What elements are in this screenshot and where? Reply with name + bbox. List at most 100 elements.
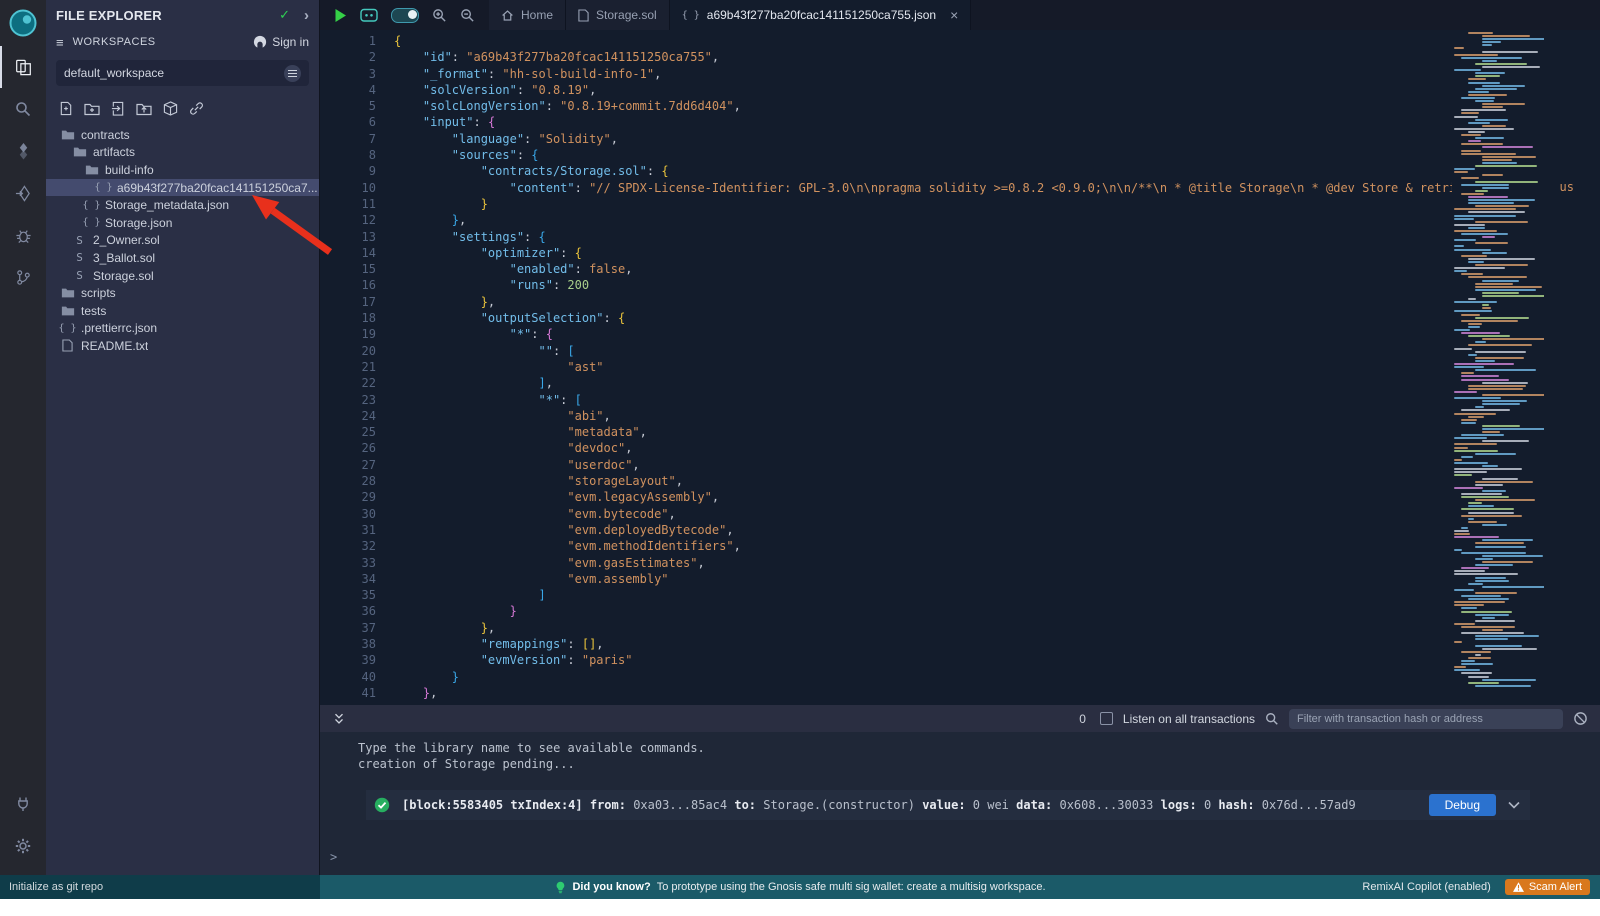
new-file-button[interactable] <box>59 101 73 116</box>
tab-label: Home <box>521 8 553 22</box>
tree-item-artifacts[interactable]: artifacts <box>46 144 319 162</box>
zoom-in-button[interactable] <box>432 8 447 23</box>
close-icon[interactable]: × <box>950 8 958 22</box>
line-number: 1 <box>320 33 376 49</box>
copilot-status[interactable]: RemixAI Copilot (enabled) <box>1362 881 1490 893</box>
scam-alert-label: Scam Alert <box>1529 881 1582 893</box>
minimap[interactable] <box>1452 32 1544 701</box>
code-line: 19 "*": { <box>320 326 1452 342</box>
transaction-filter-input[interactable] <box>1289 709 1563 729</box>
clipped-text-fragment: us <box>1560 180 1574 194</box>
panel-title: FILE EXPLORER <box>56 8 279 23</box>
line-number: 29 <box>320 489 376 505</box>
git-init-item[interactable]: Initialize as git repo <box>0 875 320 899</box>
ipfs-box-button[interactable] <box>163 101 178 116</box>
editor[interactable]: 1{2 "id": "a69b43f277ba20fcac141151250ca… <box>320 30 1600 705</box>
tab-a69b43f277ba20fcac141151250ca755-json[interactable]: { }a69b43f277ba20fcac141151250ca755.json… <box>670 0 972 30</box>
folder-open-icon <box>60 129 75 141</box>
line-number: 6 <box>320 114 376 130</box>
sidebar-item-settings[interactable] <box>0 825 46 867</box>
code-line: 23 "*": [ <box>320 392 1452 408</box>
code-line: 37 }, <box>320 620 1452 636</box>
link-button[interactable] <box>189 101 204 116</box>
code-line: 17 }, <box>320 294 1452 310</box>
tree-item-storage-metadata-json[interactable]: { }Storage_metadata.json <box>46 196 319 214</box>
clear-console-icon[interactable] <box>1573 711 1588 726</box>
line-number: 19 <box>320 326 376 342</box>
tree-item-3-ballot-sol[interactable]: S3_Ballot.sol <box>46 249 319 267</box>
tree-item-build-info[interactable]: build-info <box>46 161 319 179</box>
hamburger-icon[interactable]: ≡ <box>56 35 64 50</box>
chevron-right-icon[interactable]: › <box>304 7 309 24</box>
tip-bold: Did you know? <box>572 881 650 893</box>
tree-item-storage-json[interactable]: { }Storage.json <box>46 214 319 232</box>
tab-storage-sol[interactable]: Storage.sol <box>566 0 670 30</box>
tree-item-2-owner-sol[interactable]: S2_Owner.sol <box>46 232 319 250</box>
tree-item-scripts[interactable]: scripts <box>46 284 319 302</box>
file-toolbar <box>46 92 319 124</box>
listen-label: Listen on all transactions <box>1123 712 1255 726</box>
code-line: 33 "evm.gasEstimates", <box>320 555 1452 571</box>
tab-home[interactable]: Home <box>489 0 566 30</box>
sidebar-item-git[interactable] <box>0 256 46 298</box>
line-number: 17 <box>320 294 376 310</box>
check-icon[interactable]: ✓ <box>279 7 290 23</box>
listen-checkbox[interactable] <box>1100 712 1113 725</box>
code-line: 30 "evm.bytecode", <box>320 506 1452 522</box>
ai-assistant-button[interactable] <box>360 7 378 23</box>
sidebar-item-debugger[interactable] <box>0 214 46 256</box>
tree-item-contracts[interactable]: contracts <box>46 126 319 144</box>
json-icon: { } <box>84 200 99 211</box>
sign-in-button[interactable]: Sign in <box>253 35 309 49</box>
tree-item-label: Storage.sol <box>93 269 154 283</box>
zoom-out-button[interactable] <box>460 8 475 23</box>
workspace-options-button[interactable] <box>284 65 301 82</box>
github-icon <box>253 35 267 49</box>
preview-toggle[interactable] <box>391 8 419 23</box>
folder-icon <box>60 305 75 317</box>
code-area[interactable]: 1{2 "id": "a69b43f277ba20fcac141151250ca… <box>320 33 1452 701</box>
tree-item-storage-sol[interactable]: SStorage.sol <box>46 267 319 285</box>
json-icon: { } <box>84 217 99 228</box>
terminal-expand-button[interactable] <box>332 712 346 726</box>
line-number: 36 <box>320 603 376 619</box>
terminal-prompt[interactable]: > <box>330 850 1600 864</box>
sidebar-item-search[interactable] <box>0 88 46 130</box>
link-icon <box>189 101 204 116</box>
sidebar-item-file-explorer[interactable] <box>0 46 46 88</box>
code-line: 35 ] <box>320 587 1452 603</box>
line-number: 23 <box>320 392 376 408</box>
remix-logo[interactable] <box>0 0 46 46</box>
scam-alert-badge[interactable]: Scam Alert <box>1505 879 1590 895</box>
upload-folder-icon <box>136 102 152 116</box>
workspaces-row: ≡ WORKSPACES Sign in <box>46 30 319 54</box>
expand-log-button[interactable] <box>1508 801 1520 809</box>
debug-button[interactable]: Debug <box>1429 794 1496 816</box>
tree-item-readme-txt[interactable]: README.txt <box>46 337 319 355</box>
workspace-dropdown[interactable]: default_workspace <box>56 60 309 86</box>
tree-item-a69b43f277ba20fcac141151250ca7[interactable]: { }a69b43f277ba20fcac141151250ca7... <box>46 179 319 197</box>
remix-ide-window: FILE EXPLORER ✓ › ≡ WORKSPACES Sign in d… <box>0 0 1600 899</box>
code-line: 32 "evm.methodIdentifiers", <box>320 538 1452 554</box>
tree-item-tests[interactable]: tests <box>46 302 319 320</box>
terminal: 0 Listen on all transactions Type the li… <box>320 705 1600 875</box>
terminal-body[interactable]: Type the library name to see available c… <box>320 732 1600 875</box>
line-number: 2 <box>320 49 376 65</box>
code-line: 14 "optimizer": { <box>320 245 1452 261</box>
code-line: 20 "": [ <box>320 343 1452 359</box>
upload-folder-button[interactable] <box>136 101 152 116</box>
zoom-in-icon <box>432 8 447 23</box>
transaction-row[interactable]: [block:5583405 txIndex:4] from: 0xa03...… <box>366 790 1530 820</box>
sol-icon <box>578 9 589 22</box>
tree-item-prettierrc-json[interactable]: { }.prettierrc.json <box>46 320 319 338</box>
sidebar-item-solidity-compiler[interactable] <box>0 130 46 172</box>
sidebar-item-plugin-manager[interactable] <box>0 783 46 825</box>
code-line: 3 "_format": "hh-sol-build-info-1", <box>320 66 1452 82</box>
zoom-out-icon <box>460 8 475 23</box>
line-number: 31 <box>320 522 376 538</box>
tip-message: Did you know? To prototype using the Gno… <box>554 875 1045 899</box>
run-script-button[interactable] <box>334 8 347 23</box>
upload-file-button[interactable] <box>111 101 125 116</box>
new-folder-button[interactable] <box>84 101 100 116</box>
sidebar-item-deploy-run[interactable] <box>0 172 46 214</box>
